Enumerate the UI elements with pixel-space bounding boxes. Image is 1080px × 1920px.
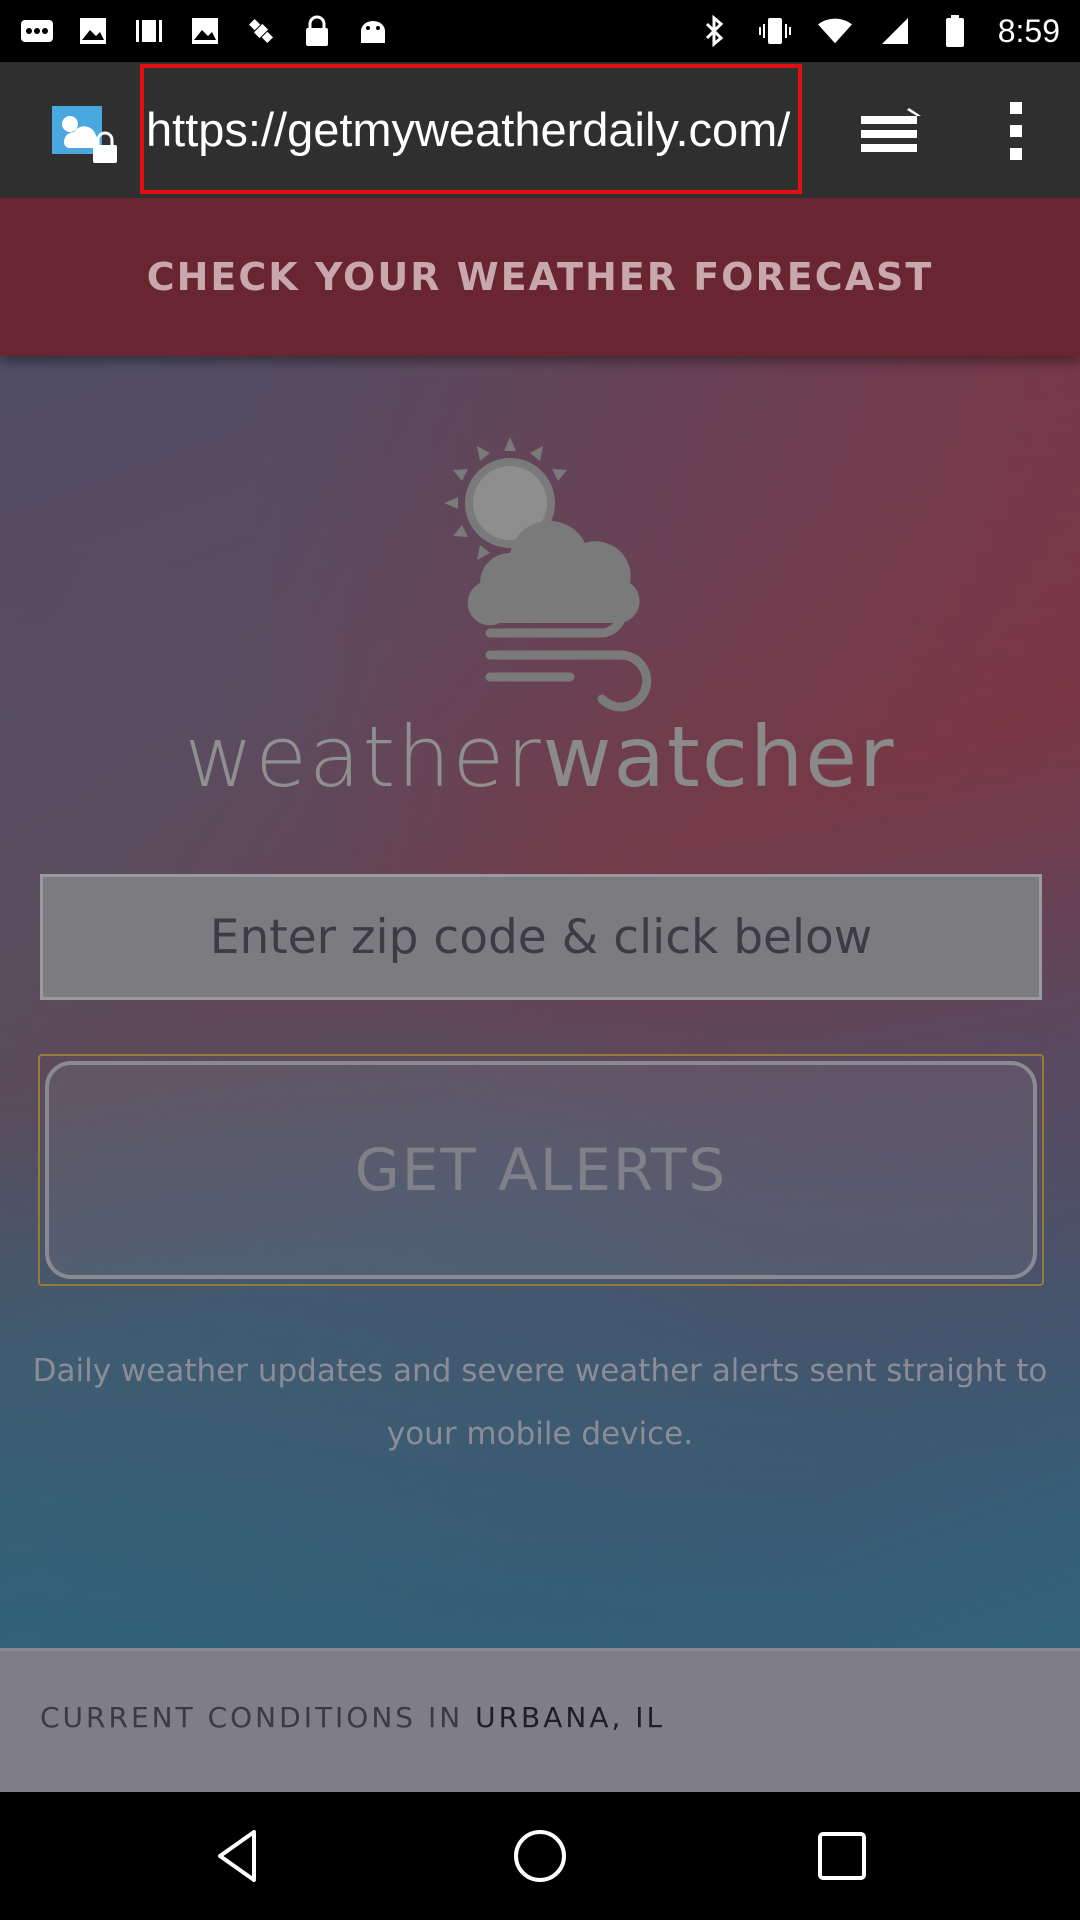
brand-logo: weatherwatcher — [0, 708, 1080, 806]
status-bar: 8:59 — [0, 0, 1080, 62]
current-conditions-bar[interactable]: CURRENT CONDITIONS IN URBANA, IL — [0, 1648, 1080, 1792]
video-icon — [132, 14, 166, 48]
get-alerts-button[interactable]: GET ALERTS — [45, 1061, 1037, 1279]
current-conditions-label: CURRENT CONDITIONS IN URBANA, IL — [40, 1701, 665, 1734]
url-bar[interactable]: https://getmyweatherdaily.com/ — [140, 64, 802, 194]
banner-title: CHECK YOUR WEATHER FORECAST — [146, 255, 934, 299]
browser-toolbar: https://getmyweatherdaily.com/ — [0, 62, 1080, 198]
site-favicon-icon[interactable] — [48, 102, 120, 166]
description-line-1: Daily weather updates and severe weather… — [32, 1353, 1048, 1389]
status-bar-left — [20, 10, 390, 52]
back-button[interactable] — [208, 1826, 268, 1886]
image-icon — [188, 14, 222, 48]
clock: 8:59 — [997, 12, 1060, 49]
description-line-2: your mobile device. — [386, 1416, 694, 1452]
more-vertical-icon — [1010, 102, 1022, 160]
image-icon — [76, 14, 110, 48]
brand-light: weather — [184, 708, 543, 806]
web-content: CHECK YOUR WEATHER FORECAST weatherwatch… — [0, 198, 1080, 1792]
brand-bold: watcher — [542, 708, 896, 806]
conditions-city: URBANA, IL — [475, 1701, 666, 1734]
wifi-icon — [817, 14, 852, 48]
signal-icon — [878, 14, 912, 48]
get-alerts-focus-ring: GET ALERTS — [38, 1054, 1044, 1286]
conditions-prefix: CURRENT CONDITIONS IN — [40, 1701, 476, 1734]
lock-icon — [300, 14, 334, 48]
url-text: https://getmyweatherdaily.com/ — [146, 102, 791, 156]
sun-cloud-wind-icon — [444, 437, 652, 712]
android-icon — [356, 14, 390, 48]
navigation-bar — [0, 1792, 1080, 1920]
tabs-icon — [861, 108, 921, 152]
description: Daily weather updates and severe weather… — [0, 1340, 1080, 1466]
vibrate-icon — [758, 14, 792, 48]
home-button[interactable] — [510, 1826, 570, 1886]
bluetooth-icon — [698, 14, 732, 48]
home-circle-icon — [514, 1830, 566, 1882]
forecast-banner: CHECK YOUR WEATHER FORECAST — [0, 198, 1080, 356]
battery-icon — [938, 14, 972, 48]
recents-square-icon — [818, 1832, 866, 1880]
recents-button[interactable] — [812, 1826, 872, 1886]
more-notifications-icon — [20, 14, 54, 48]
status-bar-right: 8:59 — [698, 10, 1060, 52]
back-triangle-icon — [218, 1830, 256, 1882]
zip-code-input[interactable] — [40, 874, 1042, 1000]
satellite-icon — [244, 14, 278, 48]
overflow-menu-button[interactable] — [1000, 100, 1034, 162]
tabs-button[interactable] — [855, 102, 925, 162]
